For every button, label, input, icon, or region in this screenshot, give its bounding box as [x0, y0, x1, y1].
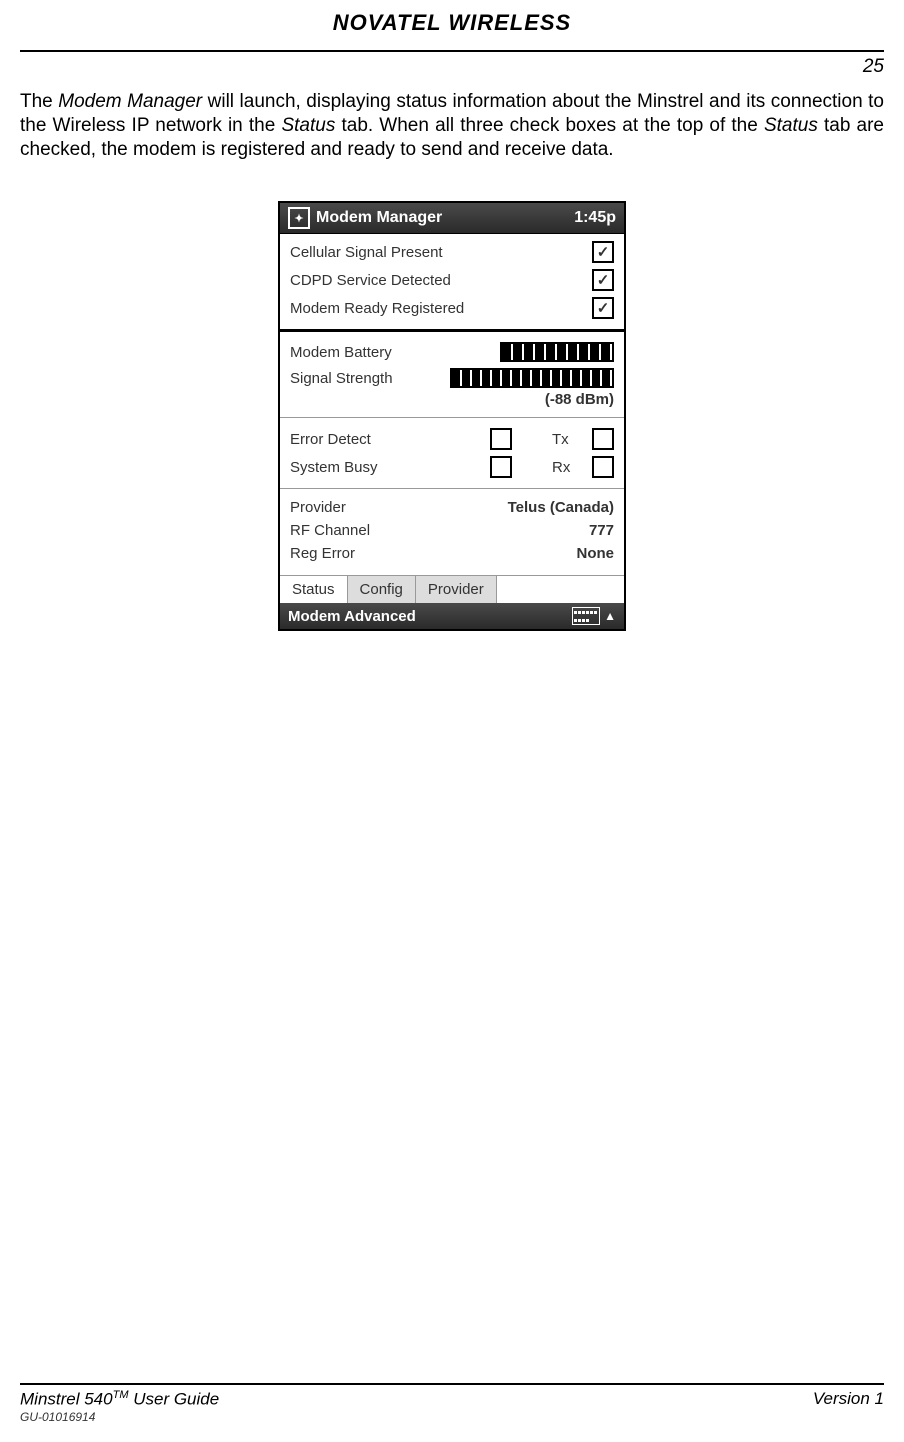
clock: 1:45p [574, 209, 616, 227]
chevron-up-icon[interactable]: ▲ [604, 609, 616, 623]
battery-row: Modem Battery [290, 339, 614, 365]
info-section: Provider Telus (Canada) RF Channel 777 R… [280, 492, 624, 569]
rx-label: Rx [552, 459, 592, 476]
divider [280, 417, 624, 418]
system-busy-label: System Busy [290, 459, 490, 476]
status-label: Modem Ready Registered [290, 300, 464, 317]
error-detect-label: Error Detect [290, 431, 490, 448]
rf-channel-value: 777 [589, 522, 614, 539]
page-number: 25 [863, 56, 884, 78]
flags-section: Error Detect Tx System Busy Rx [280, 421, 624, 485]
provider-label: Provider [290, 499, 346, 516]
bottom-bar-label: Modem Advanced [288, 608, 416, 625]
checkbox-empty-icon[interactable] [490, 456, 512, 478]
checkbox-empty-icon[interactable] [592, 428, 614, 450]
checkbox-checked-icon[interactable]: ✓ [592, 241, 614, 263]
tab-status[interactable]: Status [280, 576, 348, 603]
checkbox-checked-icon[interactable]: ✓ [592, 269, 614, 291]
page-footer: Minstrel 540TM User Guide Version 1 GU-0… [20, 1383, 884, 1424]
tab-provider[interactable]: Provider [416, 576, 497, 603]
divider [280, 329, 624, 332]
pda-window: ✦ Modem Manager 1:45p Cellular Signal Pr… [278, 201, 626, 631]
text-italic: Status [281, 115, 335, 136]
footer-rule [20, 1383, 884, 1385]
battery-meter-icon [500, 342, 614, 362]
reg-error-row: Reg Error None [290, 542, 614, 565]
footer-tm: TM [113, 1389, 129, 1401]
footer-docid: GU-01016914 [20, 1410, 884, 1424]
checkbox-empty-icon[interactable] [490, 428, 512, 450]
brand-logo-text: NOVATEL WIRELESS [333, 10, 571, 35]
divider [280, 488, 624, 489]
status-label: CDPD Service Detected [290, 272, 451, 289]
embedded-screenshot: ✦ Modem Manager 1:45p Cellular Signal Pr… [0, 201, 904, 631]
status-row: Cellular Signal Present ✓ [290, 238, 614, 266]
footer-version: Version 1 [813, 1389, 884, 1410]
tabs: Status Config Provider [280, 575, 624, 603]
reg-error-label: Reg Error [290, 545, 355, 562]
status-row: Modem Ready Registered ✓ [290, 294, 614, 322]
keyboard-icon[interactable] [572, 607, 600, 625]
status-checks-section: Cellular Signal Present ✓ CDPD Service D… [280, 234, 624, 326]
pda-titlebar: ✦ Modem Manager 1:45p [280, 203, 624, 234]
brand-logo: NOVATEL WIRELESS [0, 0, 904, 50]
meters-section: Modem Battery Signal Strength (-8 [280, 335, 624, 414]
checkbox-checked-icon[interactable]: ✓ [592, 297, 614, 319]
text-italic: Status [764, 115, 818, 136]
signal-row: Signal Strength [290, 365, 614, 391]
bottom-bar: Modem Advanced ▲ [280, 603, 624, 629]
app-title: Modem Manager [316, 209, 442, 227]
checkbox-empty-icon[interactable] [592, 456, 614, 478]
app-icon: ✦ [288, 207, 310, 229]
status-label: Cellular Signal Present [290, 244, 443, 261]
rf-channel-label: RF Channel [290, 522, 370, 539]
signal-meter-icon [450, 368, 614, 388]
reg-error-value: None [577, 545, 615, 562]
text: tab. When all three check boxes at the t… [335, 115, 764, 136]
footer-guide: User Guide [129, 1390, 220, 1409]
body-paragraph: The Modem Manager will launch, displayin… [20, 90, 884, 161]
provider-row: Provider Telus (Canada) [290, 496, 614, 519]
text-italic: Modem Manager [58, 91, 202, 112]
tab-config[interactable]: Config [348, 576, 416, 603]
provider-value: Telus (Canada) [508, 499, 614, 516]
footer-product: Minstrel 540 [20, 1390, 113, 1409]
header-rule [20, 50, 884, 52]
page: NOVATEL WIRELESS 25 The Modem Manager wi… [0, 0, 904, 1442]
tx-label: Tx [552, 431, 592, 448]
text: The [20, 91, 58, 112]
battery-label: Modem Battery [290, 344, 500, 361]
signal-label: Signal Strength [290, 370, 450, 387]
rf-channel-row: RF Channel 777 [290, 519, 614, 542]
status-row: CDPD Service Detected ✓ [290, 266, 614, 294]
signal-dbm: (-88 dBm) [290, 391, 614, 410]
footer-left: Minstrel 540TM User Guide [20, 1389, 219, 1410]
